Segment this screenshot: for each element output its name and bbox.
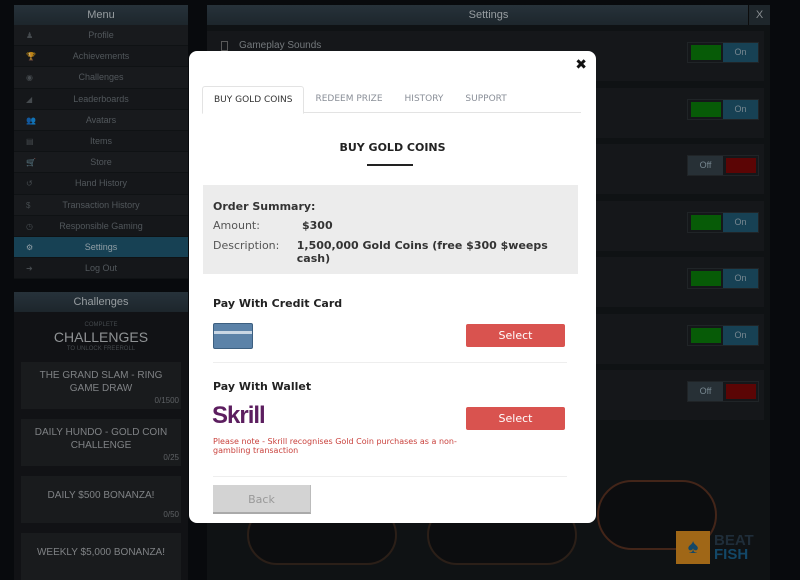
description-label: Description: <box>213 239 280 252</box>
divider <box>213 362 567 363</box>
tab-buy-gold-coins[interactable]: BUY GOLD COINS <box>202 86 305 114</box>
skrill-note: Please note - Skrill recognises Gold Coi… <box>213 437 457 455</box>
back-button[interactable]: Back <box>213 485 311 514</box>
tab-redeem-prize[interactable]: REDEEM PRIZE <box>304 86 393 112</box>
credit-card-select-button[interactable]: Select <box>466 324 565 347</box>
close-icon[interactable]: ✖ <box>575 57 587 73</box>
modal-tabs: BUY GOLD COINS REDEEM PRIZE HISTORY SUPP… <box>202 86 581 114</box>
title-underline <box>367 164 413 166</box>
modal-title: BUY GOLD COINS <box>339 141 446 154</box>
amount-label: Amount: <box>213 219 260 232</box>
skrill-select-button[interactable]: Select <box>466 407 565 430</box>
tab-history[interactable]: HISTORY <box>394 86 455 112</box>
wallet-heading: Pay With Wallet <box>213 380 312 393</box>
order-summary: Order Summary: Amount: $300 Description: 1… <box>203 185 578 274</box>
amount-value: $300 <box>302 219 333 232</box>
buy-gold-coins-modal: ✖ BUY GOLD COINS REDEEM PRIZE HISTORY SU… <box>189 51 596 523</box>
order-summary-heading: Order Summary: <box>213 200 316 213</box>
divider <box>213 476 567 477</box>
tab-support[interactable]: SUPPORT <box>454 86 517 112</box>
description-value: 1,500,000 Gold Coins (free $300 $weeps c… <box>296 239 548 265</box>
credit-card-heading: Pay With Credit Card <box>213 297 343 310</box>
credit-card-icon <box>213 323 253 349</box>
skrill-logo: Skrill <box>212 402 266 429</box>
